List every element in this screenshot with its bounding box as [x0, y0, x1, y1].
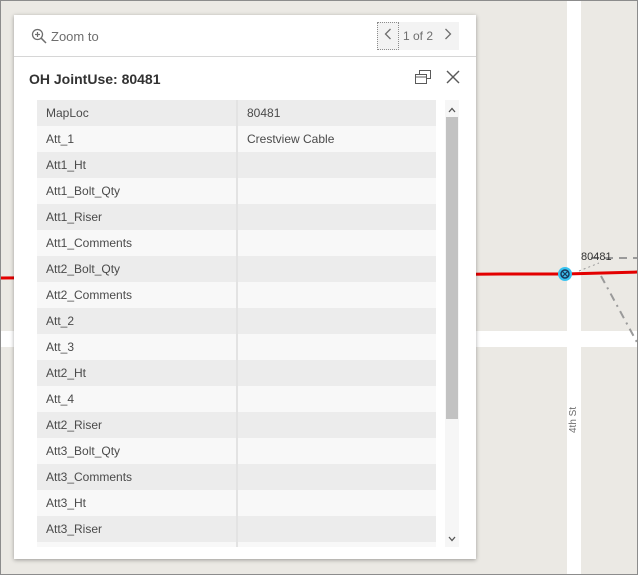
attribute-value [237, 412, 436, 438]
attribute-key: Att_1 [37, 126, 238, 152]
attribute-row: Att2_Comments [37, 282, 436, 308]
attribute-row: Att3_Comments [37, 464, 436, 490]
attribute-key: Att3_Bolt_Qty [37, 438, 238, 464]
attribute-row [37, 542, 436, 547]
dock-button[interactable] [414, 69, 432, 89]
attribute-row: Att_4 [37, 386, 436, 412]
attribute-key: Att2_Comments [37, 282, 238, 308]
feature-count: 1 of 2 [402, 29, 434, 43]
close-button[interactable] [444, 70, 462, 88]
attribute-value: Crestview Cable [237, 126, 436, 152]
attribute-value [237, 334, 436, 360]
attribute-content[interactable]: MapLoc 80481 Att_1 Crestview Cable Att1_Ht At… [37, 100, 459, 547]
popup-header: OH JointUse: 80481 [14, 57, 476, 99]
scroll-up-button[interactable] [445, 102, 459, 116]
popup-toolbar: Zoom to 1 of 2 [14, 15, 476, 57]
attribute-value [237, 152, 436, 178]
attribute-key: Att1_Bolt_Qty [37, 178, 238, 204]
zoom-to-label: Zoom to [51, 28, 99, 44]
attribute-value [237, 204, 436, 230]
chevron-right-icon [444, 27, 452, 45]
scrollbar-thumb[interactable] [446, 117, 458, 419]
attribute-value [237, 256, 436, 282]
street-label: 4th St [568, 406, 579, 433]
attribute-key: Att3_Ht [37, 490, 238, 516]
dotted-line [578, 262, 600, 272]
attribute-key [37, 542, 238, 547]
attribute-row: Att2_Riser [37, 412, 436, 438]
attribute-table: MapLoc 80481 Att_1 Crestview Cable Att1_Ht At… [37, 100, 436, 547]
attribute-value [237, 308, 436, 334]
attribute-key: Att_3 [37, 334, 238, 360]
attribute-key: MapLoc [37, 100, 238, 126]
attribute-key: Att3_Riser [37, 516, 238, 542]
pole-label: 80481 [581, 251, 612, 263]
attribute-row: Att_2 [37, 308, 436, 334]
next-feature-button[interactable] [437, 22, 459, 50]
attribute-row: Att2_Ht [37, 360, 436, 386]
attribute-value [237, 230, 436, 256]
popup-title: OH JointUse: 80481 [29, 71, 161, 87]
attribute-key: Att1_Ht [37, 152, 238, 178]
attribute-row: Att3_Ht [37, 490, 436, 516]
attribute-row: Att3_Riser [37, 516, 436, 542]
attribute-key: Att1_Comments [37, 230, 238, 256]
zoom-to-button[interactable]: Zoom to [31, 27, 99, 45]
road-4th-st [567, 1, 581, 574]
attribute-value [237, 542, 436, 547]
attribute-value: 80481 [237, 100, 436, 126]
feature-pager: 1 of 2 [377, 22, 459, 50]
attribute-row: Att1_Comments [37, 230, 436, 256]
attribute-value [237, 178, 436, 204]
scroll-down-icon [448, 529, 456, 547]
attribute-row: Att_3 [37, 334, 436, 360]
attribute-row: Att1_Ht [37, 152, 436, 178]
scroll-up-icon [448, 100, 456, 118]
attribute-value [237, 464, 436, 490]
attribute-key: Att2_Bolt_Qty [37, 256, 238, 282]
attribute-row: Att1_Riser [37, 204, 436, 230]
attribute-key: Att_4 [37, 386, 238, 412]
attribute-key: Att2_Ht [37, 360, 238, 386]
attribute-value [237, 438, 436, 464]
attribute-key: Att3_Comments [37, 464, 238, 490]
attribute-row: Att2_Bolt_Qty [37, 256, 436, 282]
attribute-row: Att1_Bolt_Qty [37, 178, 436, 204]
attribute-row: MapLoc 80481 [37, 100, 436, 126]
attribute-row: Att3_Bolt_Qty [37, 438, 436, 464]
attribute-value [237, 516, 436, 542]
attribute-key: Att_2 [37, 308, 238, 334]
previous-feature-button[interactable] [377, 22, 399, 50]
scroll-down-button[interactable] [445, 531, 459, 545]
zoom-in-icon [31, 28, 47, 44]
chevron-left-icon [384, 27, 392, 45]
feature-popup: Zoom to 1 of 2 OH JointUse: 80481 MapLoc… [14, 15, 476, 559]
close-icon [446, 70, 460, 89]
dock-icon [415, 69, 431, 89]
attribute-value [237, 360, 436, 386]
attribute-value [237, 282, 436, 308]
attribute-key: Att2_Riser [37, 412, 238, 438]
attribute-key: Att1_Riser [37, 204, 238, 230]
attribute-value [237, 490, 436, 516]
vertical-scrollbar[interactable] [445, 100, 459, 547]
attribute-value [237, 386, 436, 412]
attribute-row: Att_1 Crestview Cable [37, 126, 436, 152]
